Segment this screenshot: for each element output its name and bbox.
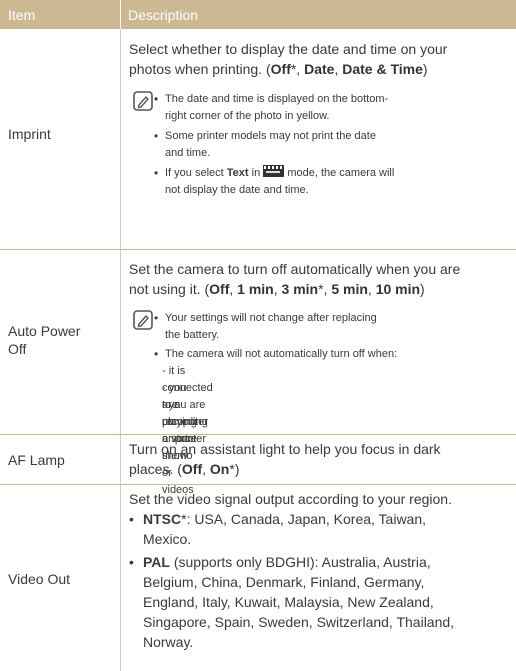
table-row-af-lamp: AF Lamp Turn on an assistant light to he… bbox=[0, 435, 516, 485]
table-header: Item Description bbox=[0, 0, 516, 29]
row-label-video-out: Video Out bbox=[8, 571, 71, 587]
header-item: Item bbox=[8, 7, 36, 23]
row-label-auto-power-off: Auto Power Off bbox=[8, 323, 81, 357]
note-pencil-icon bbox=[133, 310, 153, 330]
table-row-video-out: Video Out Set the video signal output ac… bbox=[0, 485, 516, 671]
imprint-description: Select whether to display the date and t… bbox=[129, 41, 448, 77]
video-out-description: Set the video signal output according to… bbox=[129, 491, 452, 507]
row-label-imprint: Imprint bbox=[8, 126, 51, 142]
note-bullet: • Your settings will not change after rep… bbox=[154, 311, 377, 341]
note-pencil-icon bbox=[133, 91, 153, 111]
header-description: Description bbox=[128, 7, 199, 23]
table-row-imprint: Imprint Select whether to display the da… bbox=[0, 29, 516, 250]
note-bullet: • The date and time is displayed on the b… bbox=[154, 92, 389, 122]
note-bullet: • Some printer models may not print the d… bbox=[154, 129, 376, 159]
header-divider bbox=[120, 0, 121, 29]
af-lamp-description: Turn on an assistant light to help you f… bbox=[129, 441, 441, 477]
table-row-auto-power-off: Auto Power Off Set the camera to turn of… bbox=[0, 250, 516, 496]
scene-mode-icon bbox=[263, 165, 285, 177]
note-bullet: • The camera will not automatically turn … bbox=[154, 347, 398, 361]
auto-power-off-description: Set the camera to turn off automatically… bbox=[129, 261, 461, 297]
row-label-af-lamp: AF Lamp bbox=[8, 452, 65, 468]
note-bullet: • If you select Text in mode, the camera … bbox=[154, 165, 395, 196]
